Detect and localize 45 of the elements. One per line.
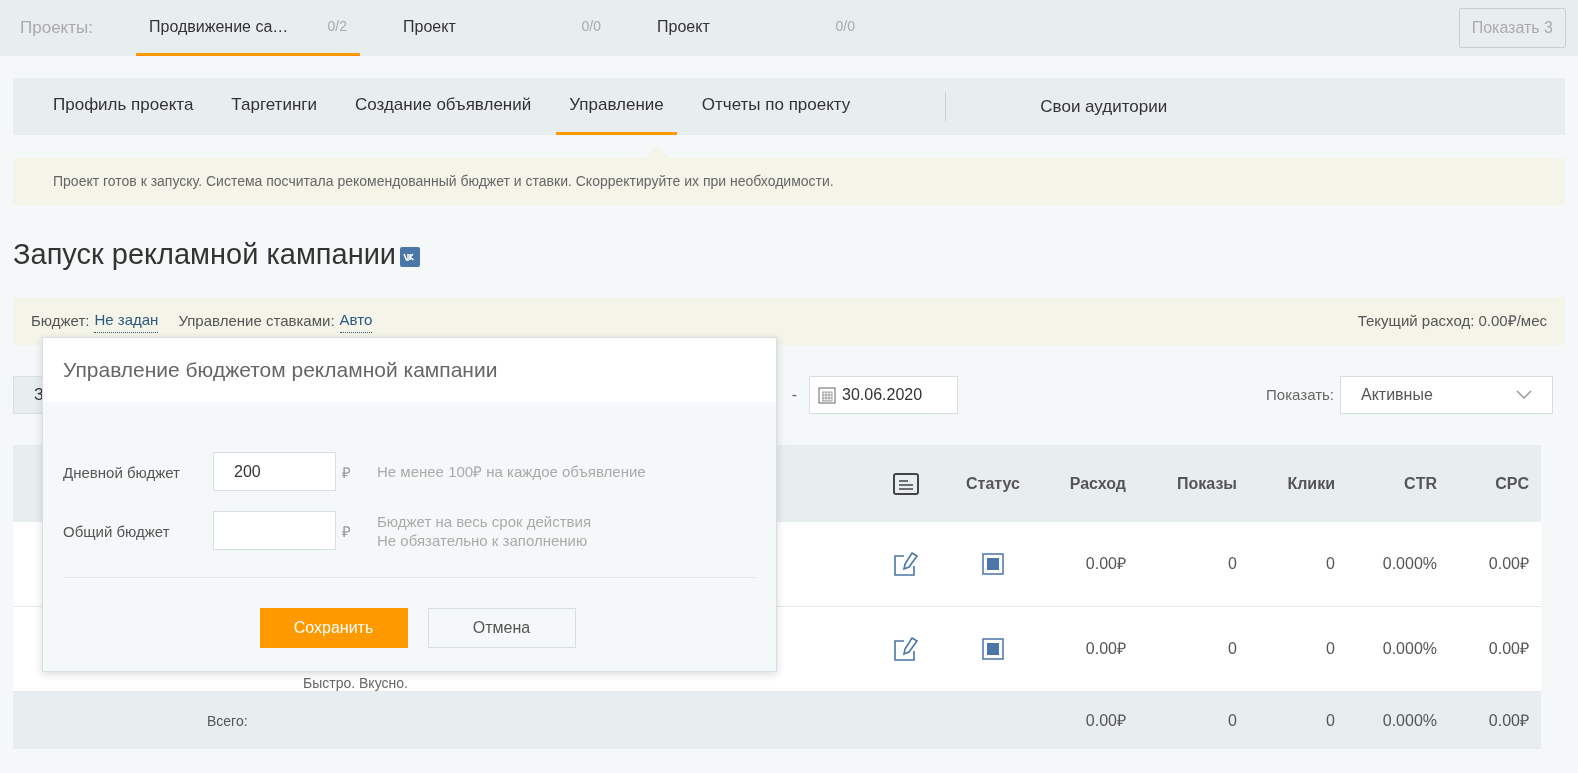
field-label: Дневной бюджет xyxy=(63,463,181,483)
column-header: CPC xyxy=(1495,473,1530,494)
table-cell-text: 0.00₽ xyxy=(1085,639,1127,659)
table-cell-text: 0 xyxy=(1326,639,1336,659)
ad-description: Быстро. Вкусно. xyxy=(303,676,409,690)
project-name: Продвижение са… xyxy=(149,16,289,37)
column-header: Показы xyxy=(1177,473,1238,494)
project-count: 0/0 xyxy=(581,17,601,36)
notice-text: Проект готов к запуску. Система посчитала рекомендованный бюджет и ставки. Скорректируйте их при необходимости. xyxy=(13,158,1565,205)
field-hint: Не обязательно к заполнению xyxy=(377,531,589,550)
budget-label: Бюджет: xyxy=(31,310,90,331)
total-cell-text: 0 xyxy=(1326,710,1336,731)
total-label: Всего: xyxy=(207,712,248,729)
bid-label: Управление ставками: xyxy=(178,310,335,331)
total-cell-text: 0.00₽ xyxy=(1488,710,1530,731)
projects-label: Проекты: xyxy=(20,17,94,40)
project-name: Проект xyxy=(403,16,456,37)
currency-sign: ₽ xyxy=(342,463,351,483)
table-cell-text: 0 xyxy=(1228,639,1238,659)
column-header: Расход xyxy=(1069,473,1127,494)
project-count: 0/0 xyxy=(835,17,855,36)
column-header: Клики xyxy=(1287,473,1336,494)
table-cell-text: 0 xyxy=(1326,554,1336,574)
total-cell-text: 0.00₽ xyxy=(1085,710,1127,731)
total-cell-text: 0 xyxy=(1228,710,1238,731)
table-cell-text: 0 xyxy=(1228,554,1238,574)
show-filter-label: Показать: xyxy=(1266,384,1334,405)
currency-sign: ₽ xyxy=(342,522,351,542)
date-separator: - xyxy=(791,385,798,405)
dialog-title: Управление бюджетом рекламной кампании xyxy=(63,357,498,384)
page-title: Запуск рекламной кампании xyxy=(13,237,397,273)
project-name: Проект xyxy=(657,16,710,37)
table-cell-text: 0.000% xyxy=(1382,554,1438,574)
table-cell-text: 0.000% xyxy=(1382,639,1438,659)
project-count: 0/2 xyxy=(327,17,347,36)
table-cell-text: 0.00₽ xyxy=(1085,554,1127,574)
field-hint: Не менее 100₽ на каждое объявление xyxy=(377,462,646,481)
field-hint: Бюджет на весь срок действия xyxy=(377,512,592,531)
table-cell-text: 0.00₽ xyxy=(1488,554,1530,574)
table-cell-text: 0.00₽ xyxy=(1488,639,1530,659)
field-label: Общий бюджет xyxy=(63,522,171,542)
total-cell-text: 0.000% xyxy=(1382,710,1438,731)
column-header: Статус xyxy=(966,473,1020,494)
current-spend: Текущий расход: 0.00₽/мес xyxy=(1357,310,1547,331)
column-header: CTR xyxy=(1404,473,1438,494)
